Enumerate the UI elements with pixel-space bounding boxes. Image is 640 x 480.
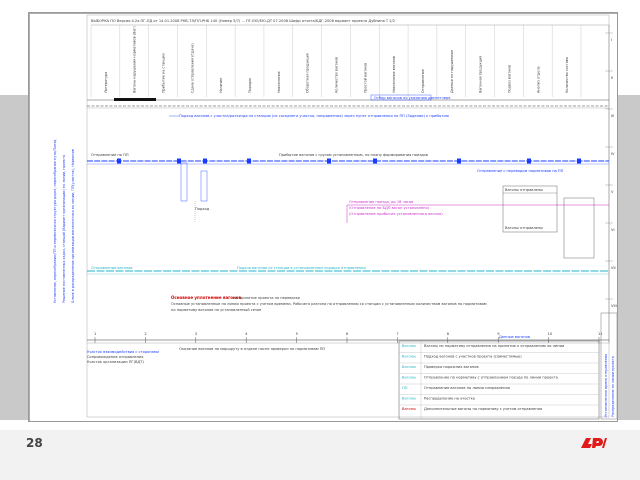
column-header: Сдача отправления (Сдача)	[190, 43, 194, 93]
train-mark-label: Отправление по ПП	[91, 153, 129, 157]
page-number: 28	[26, 436, 43, 450]
bottom-left-note-2: Сопровождение отправления	[87, 355, 143, 359]
axis-tick-label: 11	[598, 332, 603, 336]
red-title: Основное уплотнение вагонов	[171, 295, 242, 300]
legend-rows: Вагоны Вагоны по нормативу отправления на…	[399, 341, 599, 419]
red-description-2: по нормативу вагонов на установленный се…	[171, 308, 262, 312]
magenta-annotation-1: Отправление поезда, до 18 часов	[349, 200, 413, 204]
right-axis-label: I	[611, 38, 612, 42]
legend-vertical-label: Распределение по линии проекта	[611, 356, 615, 417]
train-marker	[527, 158, 531, 164]
column-header: Подвоз вагонов	[507, 65, 511, 93]
red-description: Основные установленные по линии проекта …	[171, 302, 487, 306]
right-mid-annotation: Отправление с переводом нормативов на ПП	[477, 169, 564, 173]
train-marker	[327, 158, 331, 164]
left-side-notes: Уставление, пересобрание/ПП и перевозочн…	[53, 139, 75, 303]
right-axis-label: IV	[611, 152, 615, 156]
top-blue-annotation: Отбор вагонов по указанию диспетчера	[374, 96, 450, 100]
legend-text: Отправление по нормативу с отправлением …	[424, 376, 558, 380]
column-header: Наличие	[219, 78, 223, 93]
train-marker	[457, 158, 461, 164]
left-side-note: Бланк в распределение организации вагоно…	[71, 149, 75, 303]
legend-vertical-label: Установленное время отправления	[604, 354, 608, 417]
column-header: Отправление	[421, 69, 425, 93]
bottom-note: Оказание вагонов по маршруту в отделе по…	[179, 347, 325, 351]
axis-tick-label: 7	[396, 332, 398, 336]
legend-text: Проверка порожних вагонов	[424, 365, 479, 369]
scheme-sheet: ВЫБОРКА ПО Версия 4.2а ПГ-ЛД от 14.01.20…	[28, 12, 618, 422]
axis-tick-label: 10	[548, 332, 553, 336]
magenta-annotation-3: (Отправление прибытия установленного ваг…	[349, 212, 443, 216]
column-header: Количество состава	[565, 57, 569, 93]
cyan-left-annotation: Отправление вагонов	[91, 266, 133, 270]
legend-label: Вагоны	[402, 355, 416, 359]
sheet-header-line: ВЫБОРКА ПО Версия 4.2а ПГ-ЛД от 14.01.20…	[91, 19, 395, 23]
column-header: Количество вагонов	[335, 57, 339, 93]
axis-caption: Данные вагонов	[499, 335, 530, 339]
axis-tick-label: 5	[296, 332, 298, 336]
column-header: Оборотная продукция	[306, 53, 310, 93]
scheme-drawing: ВЫБОРКА ПО Версия 4.2а ПГ-ЛД от 14.01.20…	[29, 13, 617, 421]
column-header: Вагоны нарушения нормативов (Ваг)	[133, 26, 137, 93]
legend-label: Вагоны	[402, 397, 416, 401]
right-axis-label: VIII	[611, 304, 617, 308]
axis-tick-label: 3	[195, 332, 197, 336]
right-axis-label: II	[611, 76, 613, 80]
column-header-row: Литература Вагоны нарушения нормативов (В…	[90, 24, 609, 97]
column-header: Простой вагонов	[363, 63, 367, 93]
column-header: Порядок	[248, 78, 252, 93]
train-marker	[177, 158, 181, 164]
red-subtitle: на принятие проекта по перевозке	[233, 296, 301, 300]
left-side-note: Уставление, пересобрание/ПП и перевозочн…	[53, 139, 57, 303]
legend-text: Распределение на участке	[424, 397, 476, 401]
mid-note-annotation: Прибытие вагонов с грузом установленным,…	[279, 153, 428, 157]
legend-label: Вагоны	[402, 407, 416, 411]
column-header: Вагонная продукция	[479, 56, 483, 93]
right-axis-label: VI	[611, 228, 615, 232]
right-axis-label: III	[611, 114, 614, 118]
legend-text: Вагоны по нормативу отправления на приня…	[424, 344, 565, 348]
right-axis-label: VII	[611, 266, 616, 270]
train-marker	[373, 158, 377, 164]
train-marker	[203, 158, 207, 164]
axis-tick-label: 6	[346, 332, 349, 336]
legend-label: Вагоны	[402, 344, 416, 348]
train-marker	[117, 158, 121, 164]
train-marker	[577, 158, 581, 164]
bottom-left-note-1: Участок взаимодействия с сторонами	[87, 350, 160, 354]
column-header: Накопление	[277, 71, 281, 93]
legend-label: ПП	[402, 386, 408, 390]
cyan-mid-annotation: Подача вагонов со станции в установленно…	[237, 266, 366, 270]
column-header: Литература	[104, 72, 108, 93]
small-box-label: Подход	[195, 207, 210, 211]
presentation-slide: ВЫБОРКА ПО Версия 4.2а ПГ-ЛД от 14.01.20…	[0, 0, 640, 480]
bottom-left-note-3: Участок организации ПГ(ВДТ)	[87, 360, 144, 364]
right-box-top-label: Вагоны отправлены	[505, 188, 543, 192]
slide-footer	[0, 430, 640, 480]
rzd-logo-icon	[581, 438, 607, 448]
column-header: Прибытие на станцию	[162, 53, 166, 93]
legend-text: Отправление вагонов по линии направления	[424, 386, 510, 390]
column-header: Данные по нарушениям	[450, 50, 454, 93]
black-marker-bar	[114, 98, 156, 101]
column-header: Накопление вагонов	[392, 56, 396, 93]
left-side-note: Решение поставленных задач, станций (Вар…	[62, 155, 66, 303]
axis-tick-label: 1	[94, 332, 96, 336]
right-axis-scale: IIIIIIIVVVIVIIVIII	[605, 32, 617, 308]
magenta-annotation-2: (Отправление по БДП вагон установлено)	[349, 206, 430, 210]
train-marker	[247, 158, 251, 164]
column-header: Анализ отдела	[536, 66, 540, 93]
legend-text: Подход вагонов с участков проекта (совме…	[424, 355, 522, 359]
right-axis-label: V	[611, 190, 614, 194]
axis-tick-label: 8	[447, 332, 450, 336]
axis-tick-label: 4	[245, 332, 248, 336]
legend-text: Дополнительные вагоны по нормативу с уче…	[424, 407, 542, 411]
legend-label: Вагоны	[402, 376, 416, 380]
blue-note-annotation: Подход вагонов с участка/разъезда на ста…	[179, 114, 449, 118]
axis-tick-label: 2	[144, 332, 146, 336]
right-box-bottom-label: Вагоны отправлены	[505, 226, 543, 230]
legend-label: Вагоны	[402, 365, 416, 369]
